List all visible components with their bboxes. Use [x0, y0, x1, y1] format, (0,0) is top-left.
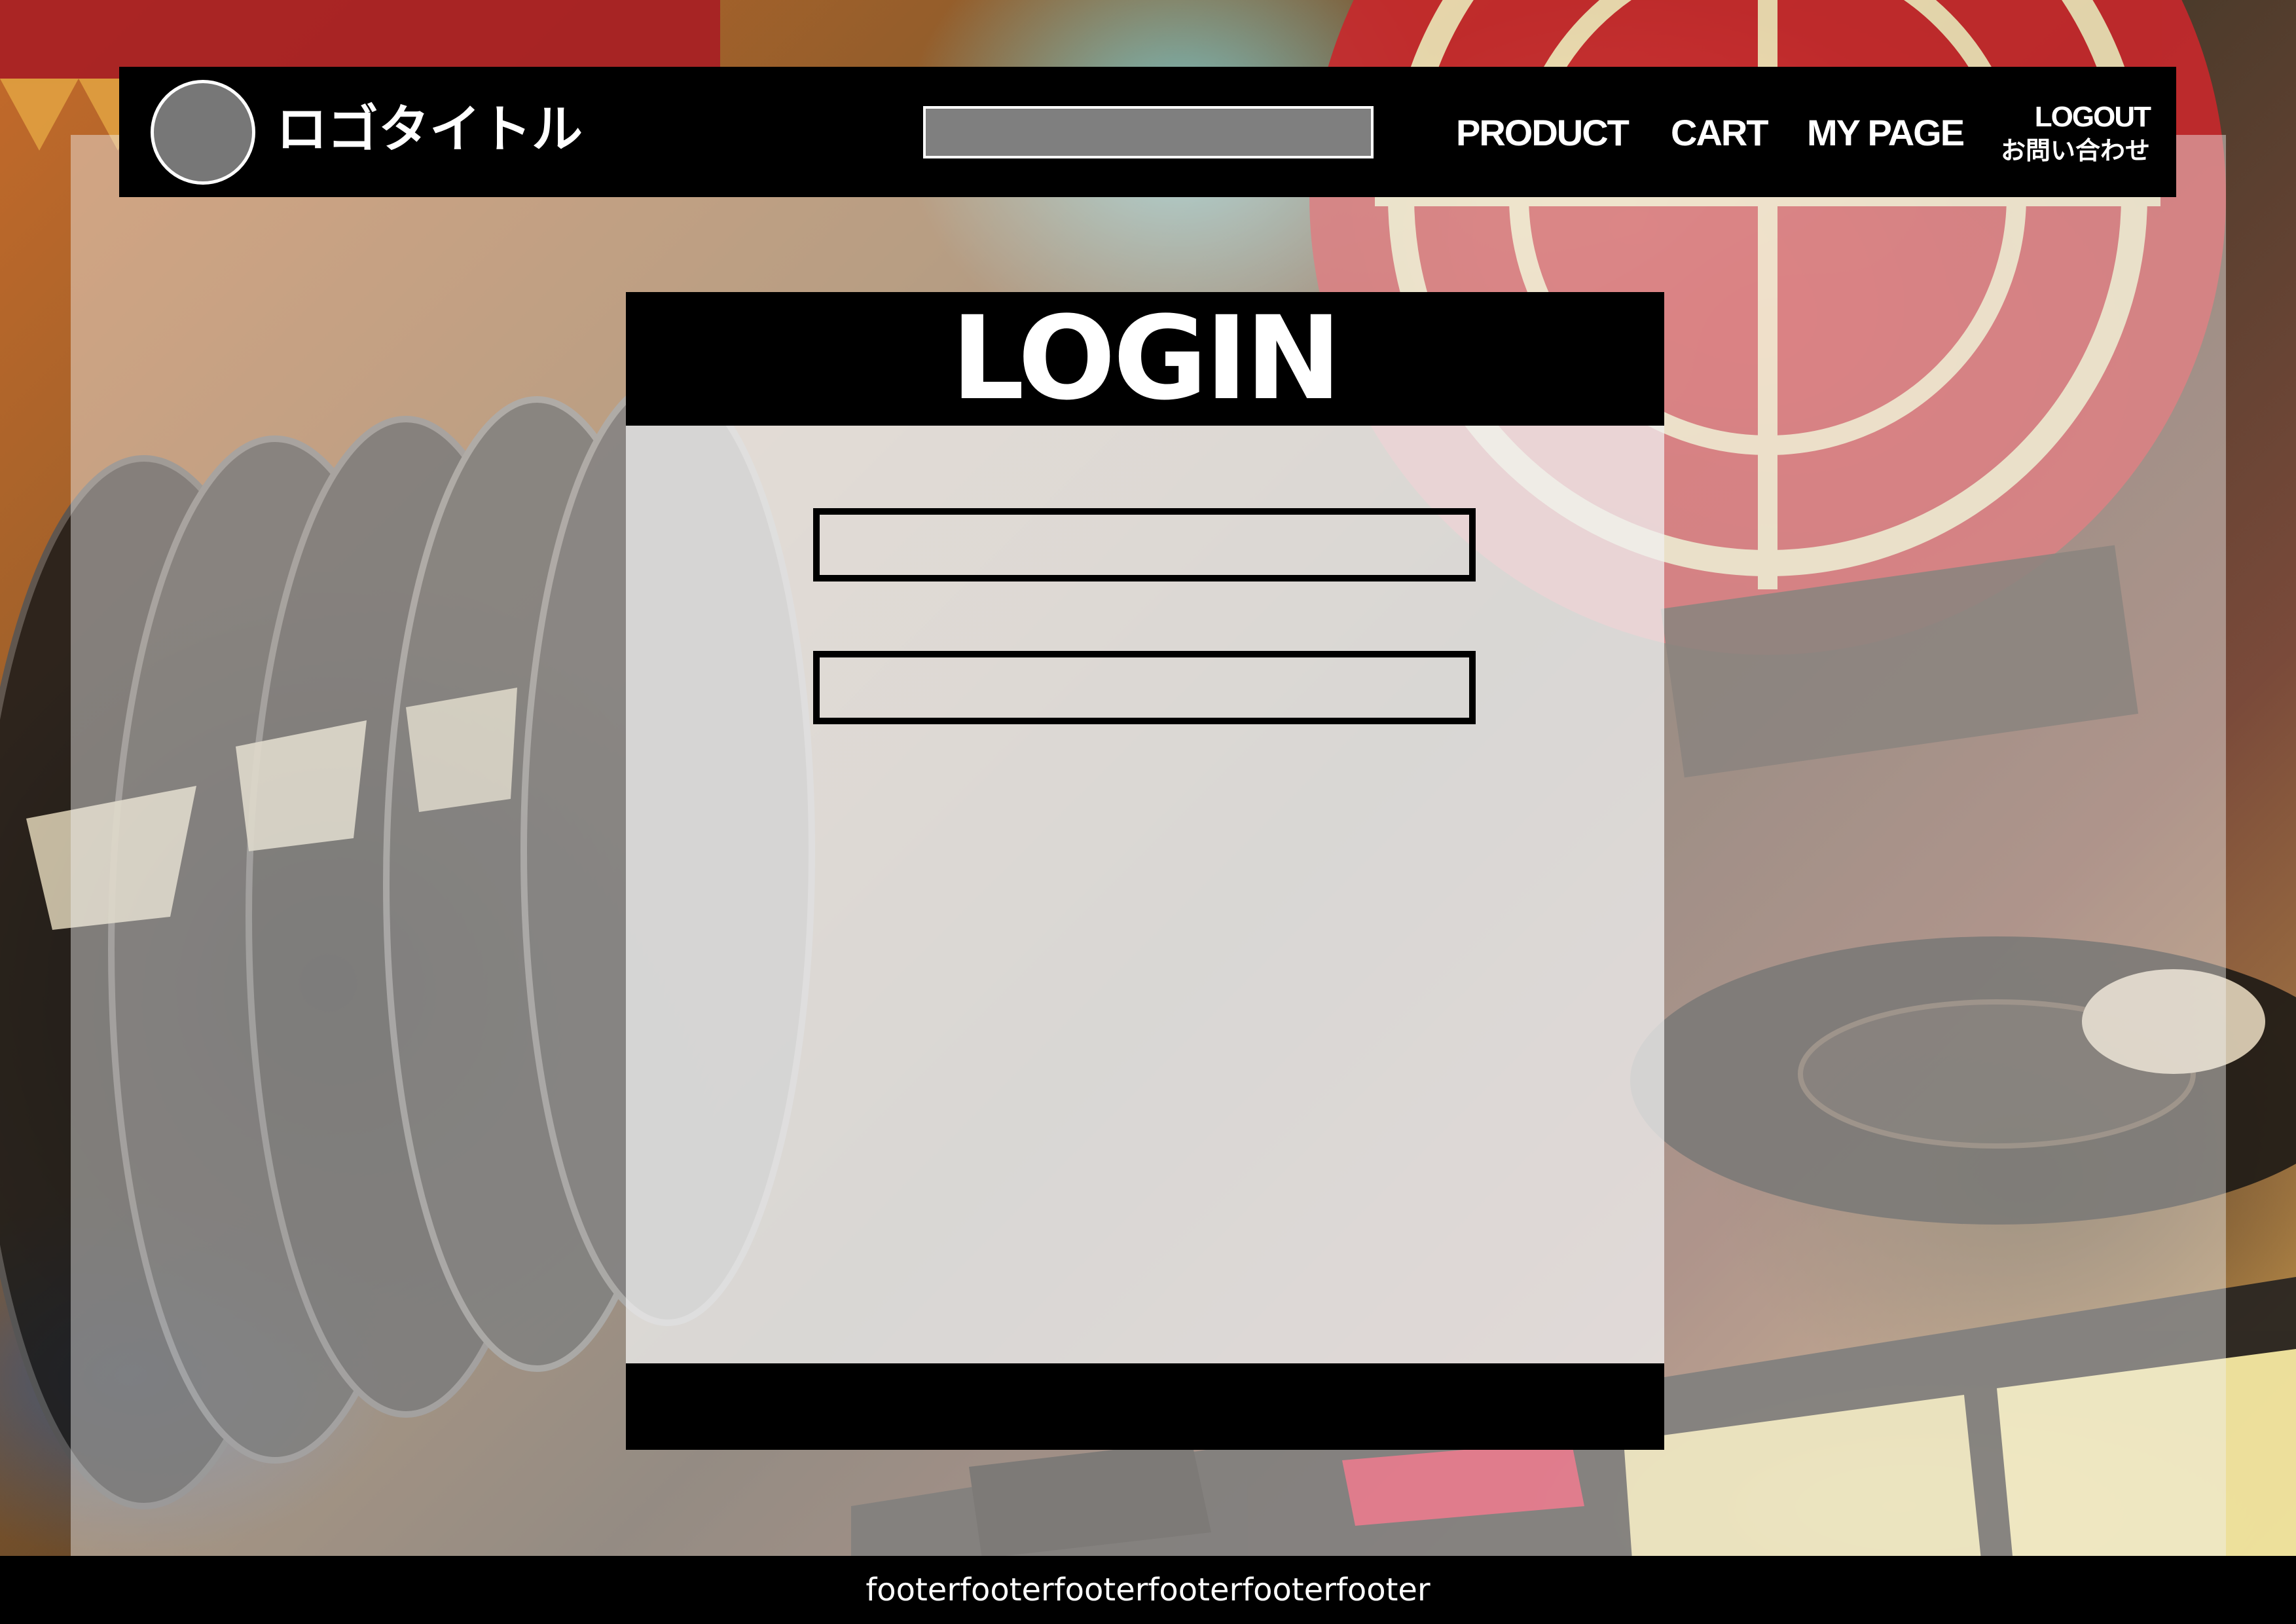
logo-icon[interactable] [151, 80, 255, 185]
nav-logout-link[interactable]: LOGOUT [2001, 100, 2151, 135]
login-title: LOGIN [951, 291, 1342, 426]
site-header: ロゴタイトル PRODUCT CART MY PAGE LOGOUT お問い合わ… [119, 67, 2176, 197]
footer-text: footerfooterfooterfooterfooterfooter [866, 1572, 1430, 1608]
nav-account-group: LOGOUT お問い合わせ [2001, 100, 2151, 166]
logo-title[interactable]: ロゴタイトル [276, 97, 583, 162]
search-input[interactable] [923, 106, 1374, 158]
login-card: LOGIN [626, 292, 1664, 1450]
nav-cart-link[interactable]: CART [1671, 111, 1769, 155]
login-header: LOGIN [626, 292, 1664, 426]
nav-product-link[interactable]: PRODUCT [1456, 111, 1630, 155]
site-footer: footerfooterfooterfooterfooterfooter [0, 1556, 2296, 1624]
login-id-field[interactable] [813, 508, 1476, 581]
nav-contact-link[interactable]: お問い合わせ [2001, 135, 2150, 166]
login-password-field[interactable] [813, 651, 1476, 724]
login-submit-bar[interactable] [626, 1363, 1664, 1450]
nav-my-page-link[interactable]: MY PAGE [1807, 111, 1965, 155]
